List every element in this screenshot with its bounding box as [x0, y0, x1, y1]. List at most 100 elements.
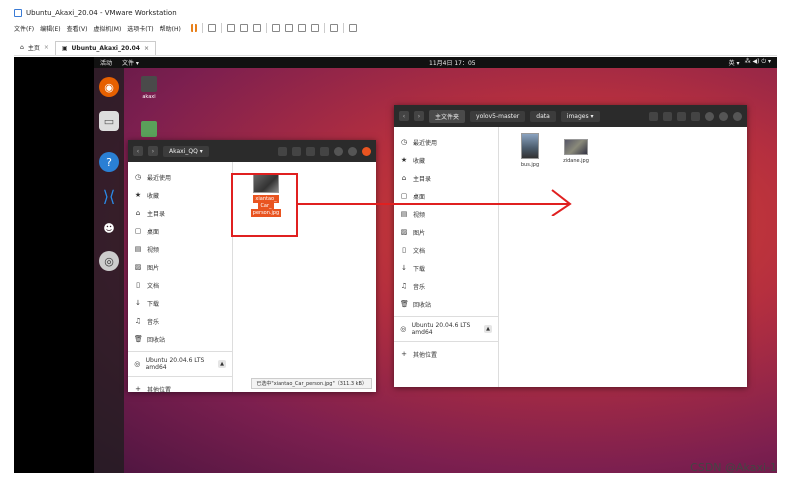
close-icon[interactable] — [362, 146, 371, 156]
forward-button[interactable]: › — [148, 146, 158, 156]
view-toggle-icon[interactable] — [663, 111, 672, 121]
menu-icon[interactable] — [691, 111, 700, 121]
path-akaxi-qq[interactable]: Akaxi_QQ ▾ — [163, 145, 209, 157]
menu-icon[interactable] — [320, 146, 329, 156]
qq-icon[interactable]: ☻ — [99, 218, 119, 238]
send-keys-icon[interactable] — [207, 24, 216, 32]
snapshot-icon[interactable] — [226, 24, 235, 32]
sidebar-item-pictures[interactable]: ▨ 图片 — [394, 223, 498, 241]
input-method[interactable]: 英 ▾ — [729, 58, 740, 67]
chevron-down-icon[interactable] — [677, 111, 686, 121]
home-icon: ⌂ — [20, 44, 24, 51]
back-button[interactable]: ‹ — [133, 146, 143, 156]
activities-button[interactable]: 活动 — [100, 58, 112, 67]
sidebar-item-downloads[interactable]: ↓ 下载 — [394, 259, 498, 277]
menu-view[interactable]: 查看(V) — [67, 24, 88, 33]
back-button[interactable]: ‹ — [399, 111, 409, 121]
eject-icon[interactable]: ▲ — [484, 325, 492, 333]
sidebar-item-home[interactable]: ⌂ 主目录 — [128, 204, 232, 222]
menu-edit[interactable]: 编辑(E) — [40, 24, 60, 33]
snapshot-manager-icon[interactable] — [252, 24, 261, 32]
system-status-icons[interactable]: ⁂ ◀) ⏻ ▾ — [745, 58, 771, 67]
files-icon[interactable]: ▭ — [99, 111, 119, 131]
sidebar-item-starred[interactable]: ★ 收藏 — [394, 151, 498, 169]
file-item-bus[interactable]: bus.jpg — [511, 133, 549, 169]
trash-icon: 🗑 — [134, 335, 143, 343]
menu-tabs[interactable]: 选项卡(T) — [127, 24, 153, 33]
sidebar-item-desktop[interactable]: ▢ 桌面 — [128, 222, 232, 240]
vmware-menubar: 文件(F) 编辑(E) 查看(V) 虚拟机(M) 选项卡(T) 帮助(H) — [14, 20, 777, 36]
clock[interactable]: 11月4日 17：05 — [429, 58, 476, 67]
sidebar-label: 收藏 — [147, 192, 160, 200]
files-app-menu[interactable]: 文件 ▾ — [122, 58, 139, 67]
path-home[interactable]: 主文件夹 — [429, 109, 466, 123]
close-icon[interactable]: × — [144, 45, 149, 52]
thumbnail-icon[interactable] — [284, 24, 293, 32]
path-data[interactable]: data — [530, 110, 556, 122]
sidebar-item-pictures[interactable]: ▨ 图片 — [128, 258, 232, 276]
firefox-icon[interactable]: ◉ — [99, 77, 119, 97]
sidebar-item-other-places[interactable]: + 其他位置 — [128, 380, 232, 398]
ubuntu-dock: ◉ ▭ ? ⟩⟨ ☻ ◎ — [94, 68, 124, 473]
sidebar-item-home[interactable]: ⌂ 主目录 — [394, 169, 498, 187]
sidebar-item-music[interactable]: ♫ 音乐 — [394, 277, 498, 295]
tab-ubuntu[interactable]: ▣ Ubuntu_Akaxi_20.04 × — [54, 41, 156, 55]
vscode-icon[interactable]: ⟩⟨ — [99, 186, 119, 206]
unity-icon[interactable] — [310, 24, 319, 32]
eject-icon[interactable]: ▲ — [218, 360, 226, 368]
pause-icon[interactable] — [190, 24, 197, 32]
sidebar-item-downloads[interactable]: ↓ 下载 — [128, 294, 232, 312]
search-icon[interactable] — [278, 146, 287, 156]
toolbar-divider — [220, 23, 222, 33]
maximize-icon[interactable] — [348, 146, 357, 156]
disc-icon[interactable]: ◎ — [99, 251, 119, 271]
revert-snapshot-icon[interactable] — [239, 24, 248, 32]
sidebar-item-documents[interactable]: ▯ 文档 — [394, 241, 498, 259]
minimize-icon[interactable] — [334, 146, 343, 156]
sidebar-item-trash[interactable]: 🗑 回收站 — [128, 330, 232, 348]
vmware-logo-icon — [14, 9, 22, 17]
menu-vm[interactable]: 虚拟机(M) — [93, 24, 121, 33]
maximize-icon[interactable] — [719, 111, 728, 121]
download-icon: ↓ — [401, 264, 407, 272]
sidebar-item-recent[interactable]: ◷ 最近使用 — [394, 133, 498, 151]
library-icon[interactable] — [297, 24, 306, 32]
desktop-icon-home[interactable]: akaxi — [135, 76, 163, 100]
sidebar-item-starred[interactable]: ★ 收藏 — [128, 186, 232, 204]
sidebar-item-trash[interactable]: 🗑 回收站 — [394, 295, 498, 313]
menu-help[interactable]: 帮助(H) — [160, 24, 181, 33]
toolbar-divider — [342, 23, 344, 33]
fullscreen-icon[interactable] — [348, 24, 357, 32]
close-icon[interactable] — [733, 111, 742, 121]
sidebar-toggle-icon[interactable] — [271, 24, 280, 32]
path-yolov5[interactable]: yolov5-master — [470, 110, 526, 122]
close-icon[interactable]: × — [44, 44, 49, 51]
music-icon: ♫ — [134, 317, 142, 325]
tab-home[interactable]: ⌂ 主页 × — [14, 40, 55, 55]
sidebar-item-music[interactable]: ♫ 音乐 — [128, 312, 232, 330]
view-toggle-icon[interactable] — [292, 146, 301, 156]
minimize-icon[interactable] — [705, 111, 714, 121]
sidebar-label: 最近使用 — [413, 139, 438, 147]
plus-icon: + — [135, 385, 141, 393]
status-area[interactable]: 英 ▾ ⁂ ◀) ⏻ ▾ — [729, 58, 771, 67]
help-icon[interactable]: ? — [99, 152, 119, 172]
sidebar-item-other-places[interactable]: + 其他位置 — [394, 345, 498, 363]
fm-header: ‹ › Akaxi_QQ ▾ — [128, 140, 376, 162]
sidebar-item-drive[interactable]: ◎ Ubuntu 20.04.6 LTS amd64 ▲ — [394, 320, 498, 338]
sidebar-item-documents[interactable]: ▯ 文档 — [128, 276, 232, 294]
sidebar-item-videos[interactable]: ▤ 视频 — [128, 240, 232, 258]
file-item-zidane[interactable]: zidane.jpg — [555, 139, 597, 165]
sidebar-item-drive[interactable]: ◎ Ubuntu 20.04.6 LTS amd64 ▲ — [128, 355, 232, 373]
picture-icon: ▨ — [400, 228, 408, 236]
search-icon[interactable] — [649, 111, 658, 121]
forward-button[interactable]: › — [414, 111, 424, 121]
console-view-icon[interactable] — [329, 24, 338, 32]
chevron-down-icon[interactable] — [306, 146, 315, 156]
path-images[interactable]: images ▾ — [560, 110, 600, 122]
sidebar-item-recent[interactable]: ◷ 最近使用 — [128, 168, 232, 186]
desktop-icon-trash[interactable] — [135, 121, 163, 139]
menu-file[interactable]: 文件(F) — [14, 24, 34, 33]
sidebar-label: Ubuntu 20.04.6 LTS amd64 — [411, 322, 471, 336]
sidebar-label: 回收站 — [147, 336, 166, 344]
